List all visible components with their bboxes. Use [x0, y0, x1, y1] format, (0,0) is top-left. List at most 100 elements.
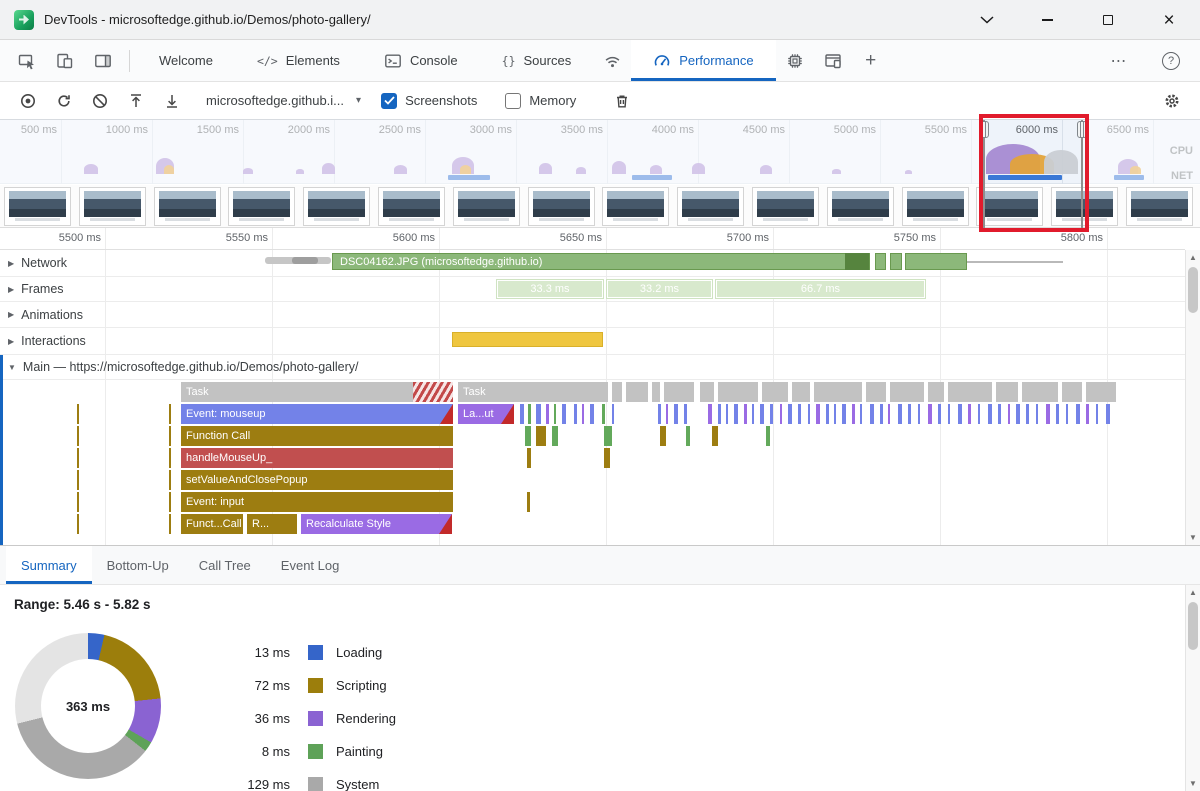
track-network[interactable]: ▶ Network	[0, 250, 1185, 277]
flame-tick[interactable]	[652, 382, 660, 402]
flame-tick[interactable]	[712, 426, 718, 446]
flame-tick[interactable]	[958, 404, 962, 424]
device-emulation-button[interactable]	[46, 40, 84, 81]
flame-tick[interactable]	[826, 404, 829, 424]
flame-tick[interactable]	[686, 426, 690, 446]
collapse-arrow-icon[interactable]: ▶	[8, 310, 14, 319]
flame-tick[interactable]	[918, 404, 920, 424]
flame-bar[interactable]: Task	[458, 382, 608, 402]
reload-and-record-button[interactable]	[46, 86, 82, 116]
flame-tick[interactable]	[744, 404, 747, 424]
inspect-tool-button[interactable]	[8, 40, 46, 81]
scroll-up-icon[interactable]: ▲	[1186, 250, 1200, 265]
scrollbar-thumb[interactable]	[1188, 267, 1198, 313]
load-profile-button[interactable]	[118, 86, 154, 116]
flame-tick[interactable]	[626, 382, 648, 402]
flame-tick[interactable]	[1066, 404, 1068, 424]
screenshot-thumbnail[interactable]	[79, 187, 146, 226]
flame-tick[interactable]	[766, 426, 770, 446]
flame-tick[interactable]	[562, 404, 566, 424]
flame-tick[interactable]	[998, 404, 1001, 424]
scroll-down-icon[interactable]: ▼	[1186, 530, 1200, 545]
flame-tick[interactable]	[752, 404, 754, 424]
flame-tick[interactable]	[602, 404, 605, 424]
collapse-arrow-icon[interactable]: ▶	[8, 259, 14, 268]
flame-tick[interactable]	[860, 404, 862, 424]
screenshot-thumbnail[interactable]	[677, 187, 744, 226]
tab-network[interactable]	[593, 40, 631, 81]
flame-tick[interactable]	[525, 426, 531, 446]
screenshot-thumbnail[interactable]	[902, 187, 969, 226]
screenshot-thumbnail[interactable]	[752, 187, 819, 226]
flame-tick[interactable]	[590, 404, 594, 424]
flame-tick[interactable]	[948, 404, 950, 424]
flame-tick[interactable]	[908, 404, 911, 424]
flame-tick[interactable]	[880, 404, 883, 424]
flame-tick[interactable]	[169, 470, 171, 490]
flame-tick[interactable]	[928, 404, 932, 424]
flame-tick[interactable]	[169, 514, 171, 534]
flame-tick[interactable]	[1016, 404, 1020, 424]
flame-tick[interactable]	[988, 404, 992, 424]
flame-tick[interactable]	[77, 470, 79, 490]
flame-tick[interactable]	[552, 426, 558, 446]
track-main[interactable]: ▼ Main — https://microsoftedge.github.io…	[0, 355, 1185, 380]
tab-welcome[interactable]: Welcome	[137, 40, 235, 81]
flame-tick[interactable]	[169, 448, 171, 468]
track-animations[interactable]: ▶ Animations	[0, 302, 1185, 328]
flame-tick[interactable]	[1086, 404, 1089, 424]
add-panel-button[interactable]: +	[852, 40, 890, 81]
scrollbar-thumb[interactable]	[1188, 602, 1198, 650]
flame-tick[interactable]	[1086, 382, 1116, 402]
flame-tick[interactable]	[852, 404, 855, 424]
tab-bottom-up[interactable]: Bottom-Up	[92, 546, 184, 584]
flame-tick[interactable]	[1026, 404, 1029, 424]
expand-arrow-icon[interactable]: ▼	[8, 363, 16, 372]
memory-checkbox[interactable]: Memory	[505, 93, 576, 109]
flame-bar[interactable]: setValueAndClosePopup	[181, 470, 453, 490]
flame-tick[interactable]	[528, 404, 531, 424]
flame-tick[interactable]	[527, 448, 531, 468]
flame-bar[interactable]: Funct...Call	[181, 514, 243, 534]
flame-tick[interactable]	[996, 382, 1018, 402]
panel-layout-button[interactable]	[84, 40, 122, 81]
chevron-down-icon[interactable]	[964, 0, 1010, 40]
flame-tick[interactable]	[866, 382, 886, 402]
flame-tick[interactable]	[1056, 404, 1059, 424]
flame-tick[interactable]	[888, 404, 890, 424]
flame-tick[interactable]	[1008, 404, 1010, 424]
flame-tick[interactable]	[1076, 404, 1080, 424]
collapse-arrow-icon[interactable]: ▶	[8, 285, 14, 294]
flame-bar[interactable]: handleMouseUp_	[181, 448, 453, 468]
flame-tick[interactable]	[762, 382, 788, 402]
flame-tick[interactable]	[780, 404, 782, 424]
flame-tick[interactable]	[582, 404, 584, 424]
flame-tick[interactable]	[1062, 382, 1082, 402]
flame-tick[interactable]	[870, 404, 874, 424]
flame-bar[interactable]: Task	[181, 382, 453, 402]
flame-tick[interactable]	[604, 448, 610, 468]
flame-bar[interactable]: Recalculate Style	[301, 514, 452, 534]
tab-call-tree[interactable]: Call Tree	[184, 546, 266, 584]
flame-tick[interactable]	[574, 404, 577, 424]
screenshots-checkbox[interactable]: Screenshots	[381, 93, 477, 109]
flame-tick[interactable]	[1036, 404, 1038, 424]
flame-tick[interactable]	[612, 382, 622, 402]
screenshot-thumbnail[interactable]	[228, 187, 295, 226]
flame-tick[interactable]	[718, 404, 721, 424]
flame-bar[interactable]: Event: input	[181, 492, 453, 512]
flame-bar[interactable]: Function Call	[181, 426, 453, 446]
close-button[interactable]: ×	[1146, 0, 1192, 40]
tab-application[interactable]	[814, 40, 852, 81]
flame-tick[interactable]	[948, 382, 992, 402]
track-frames[interactable]: ▶ Frames	[0, 277, 1185, 302]
scroll-up-icon[interactable]: ▲	[1186, 585, 1200, 600]
tab-summary[interactable]: Summary	[6, 546, 92, 584]
flame-tick[interactable]	[612, 404, 614, 424]
flame-tick[interactable]	[792, 382, 810, 402]
flame-tick[interactable]	[77, 492, 79, 512]
screenshot-thumbnail[interactable]	[453, 187, 520, 226]
flame-tick[interactable]	[536, 426, 546, 446]
tab-performance[interactable]: Performance	[631, 40, 775, 81]
flame-tick[interactable]	[536, 404, 541, 424]
